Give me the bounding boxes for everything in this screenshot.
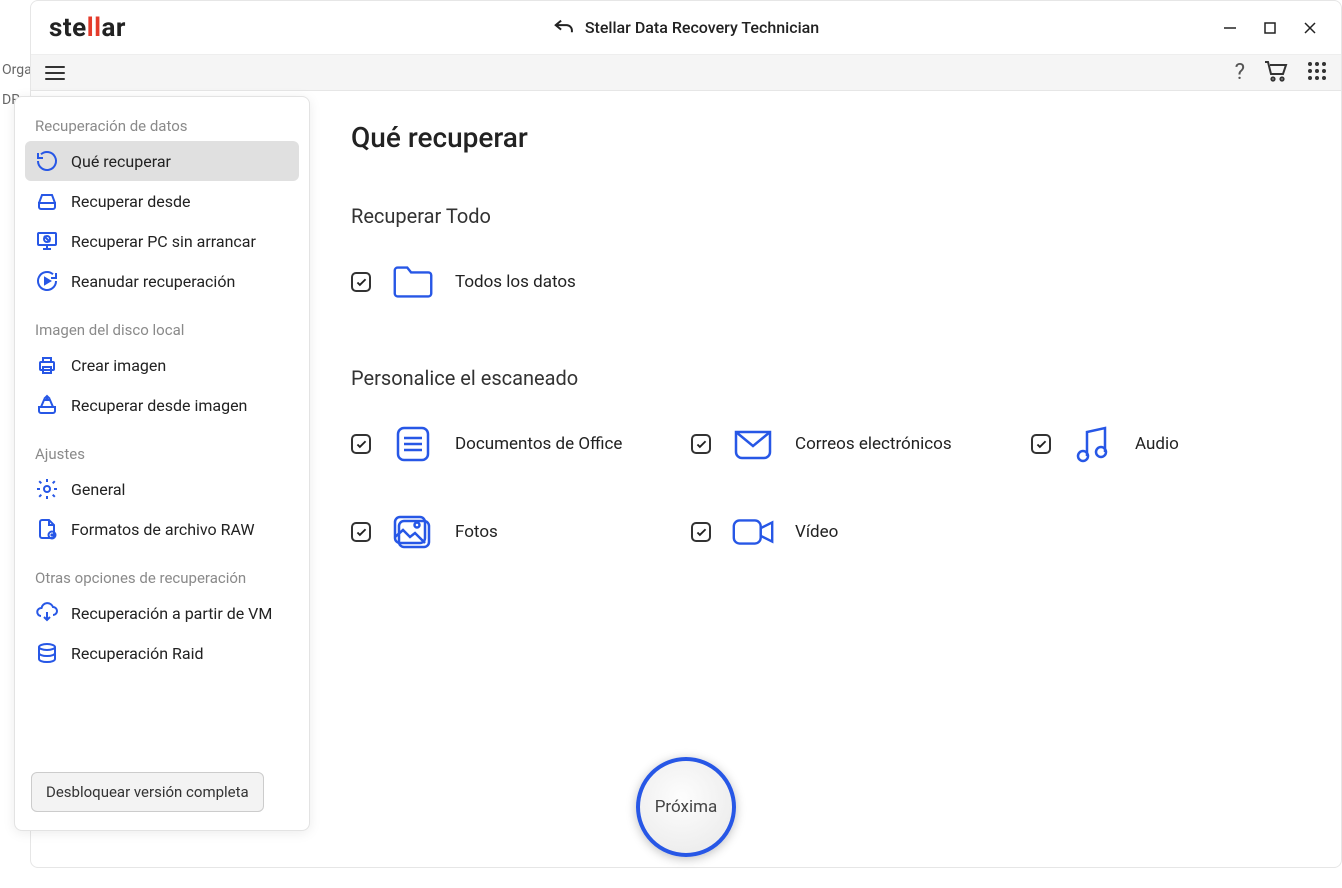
restore-icon [35, 149, 59, 173]
photo-icon [389, 508, 437, 556]
sidebar-item-label: Recuperación Raid [71, 644, 204, 663]
option-label: Documentos de Office [455, 434, 622, 454]
next-button[interactable]: Próxima [636, 757, 736, 857]
cart-icon[interactable] [1263, 59, 1289, 87]
sidebar-item-raid-recovery[interactable]: Recuperación Raid [25, 633, 299, 673]
music-note-icon [1069, 420, 1117, 468]
sidebar-section-title: Recuperación de datos [25, 109, 299, 141]
option-emails: Correos electrónicos [691, 420, 991, 468]
option-audio: Audio [1031, 420, 1231, 468]
option-all-data: Todos los datos [351, 258, 651, 306]
file-icon [35, 517, 59, 541]
help-icon[interactable]: ? [1235, 60, 1245, 85]
resume-icon [35, 269, 59, 293]
sidebar-item-label: General [71, 480, 125, 499]
video-icon [729, 508, 777, 556]
drive-image-icon [35, 393, 59, 417]
option-label: Correos electrónicos [795, 434, 952, 454]
sidebar-item-label: Crear imagen [71, 356, 166, 375]
option-label: Vídeo [795, 522, 838, 542]
sidebar-item-label: Recuperar PC sin arrancar [71, 232, 256, 251]
app-window: stellar Stellar Data Recovery Technician… [30, 0, 1342, 868]
raid-icon [35, 641, 59, 665]
sidebar-item-label: Recuperar desde [71, 192, 190, 211]
envelope-icon [729, 420, 777, 468]
sidebar-item-resume[interactable]: Reanudar recuperación [25, 261, 299, 301]
sidebar-item-general[interactable]: General [25, 469, 299, 509]
page-title: Qué recuperar [351, 121, 1311, 154]
sidebar-panel: Recuperación de datos Qué recuperar Recu… [14, 96, 310, 831]
checkbox-audio[interactable] [1031, 434, 1051, 454]
logo-text: ar [101, 13, 125, 43]
undo-icon[interactable] [553, 17, 575, 39]
checkbox-all-data[interactable] [351, 272, 371, 292]
minimize-button[interactable] [1223, 21, 1237, 35]
apps-grid-icon[interactable] [1307, 61, 1327, 85]
sidebar-item-label: Reanudar recuperación [71, 272, 235, 291]
maximize-button[interactable] [1263, 21, 1277, 35]
cloud-icon [35, 601, 59, 625]
main-content: Qué recuperar Recuperar Todo Todos los d… [351, 121, 1311, 596]
monitor-icon [35, 229, 59, 253]
option-label: Todos los datos [455, 272, 576, 292]
logo-text: ste [49, 13, 87, 43]
sidebar-item-label: Recuperación a partir de VM [71, 604, 272, 623]
sidebar-item-vm-recovery[interactable]: Recuperación a partir de VM [25, 593, 299, 633]
sidebar-item-create-image[interactable]: Crear imagen [25, 345, 299, 385]
printer-icon [35, 353, 59, 377]
close-button[interactable] [1303, 21, 1317, 35]
logo-text-accent: ll [87, 13, 102, 43]
checkbox-photos[interactable] [351, 522, 371, 542]
section-title-custom: Personalice el escaneado [351, 366, 1311, 390]
title-center: Stellar Data Recovery Technician [553, 17, 819, 39]
app-logo: stellar [49, 13, 126, 43]
titlebar: stellar Stellar Data Recovery Technician [31, 1, 1341, 55]
sidebar-item-recover-from-image[interactable]: Recuperar desde imagen [25, 385, 299, 425]
sidebar-section-title: Ajustes [25, 437, 299, 469]
option-office: Documentos de Office [351, 420, 651, 468]
option-label: Audio [1135, 434, 1179, 454]
sidebar-item-recover-noboot[interactable]: Recuperar PC sin arrancar [25, 221, 299, 261]
sidebar-item-label: Formatos de archivo RAW [71, 520, 255, 539]
toolbar: ? [31, 55, 1341, 91]
option-label: Fotos [455, 522, 498, 542]
gear-icon [35, 477, 59, 501]
sidebar-section-title: Otras opciones de recuperación [25, 561, 299, 593]
window-controls [1223, 1, 1331, 55]
folder-icon [389, 258, 437, 306]
option-photos: Fotos [351, 508, 651, 556]
menu-button[interactable] [45, 62, 65, 84]
sidebar-item-label: Recuperar desde imagen [71, 396, 247, 415]
app-title: Stellar Data Recovery Technician [585, 18, 819, 37]
sidebar-item-recover-from[interactable]: Recuperar desde [25, 181, 299, 221]
sidebar-section-title: Imagen del disco local [25, 313, 299, 345]
sidebar-item-label: Qué recuperar [71, 152, 171, 171]
drive-icon [35, 189, 59, 213]
checkbox-office[interactable] [351, 434, 371, 454]
section-title-all: Recuperar Todo [351, 204, 1311, 228]
sidebar-item-what-recover[interactable]: Qué recuperar [25, 141, 299, 181]
sidebar-item-raw-formats[interactable]: Formatos de archivo RAW [25, 509, 299, 549]
unlock-full-version-button[interactable]: Desbloquear versión completa [31, 772, 264, 812]
option-video: Vídeo [691, 508, 991, 556]
document-icon [389, 420, 437, 468]
body-area: Recuperación de datos Qué recuperar Recu… [31, 91, 1341, 867]
checkbox-video[interactable] [691, 522, 711, 542]
checkbox-emails[interactable] [691, 434, 711, 454]
